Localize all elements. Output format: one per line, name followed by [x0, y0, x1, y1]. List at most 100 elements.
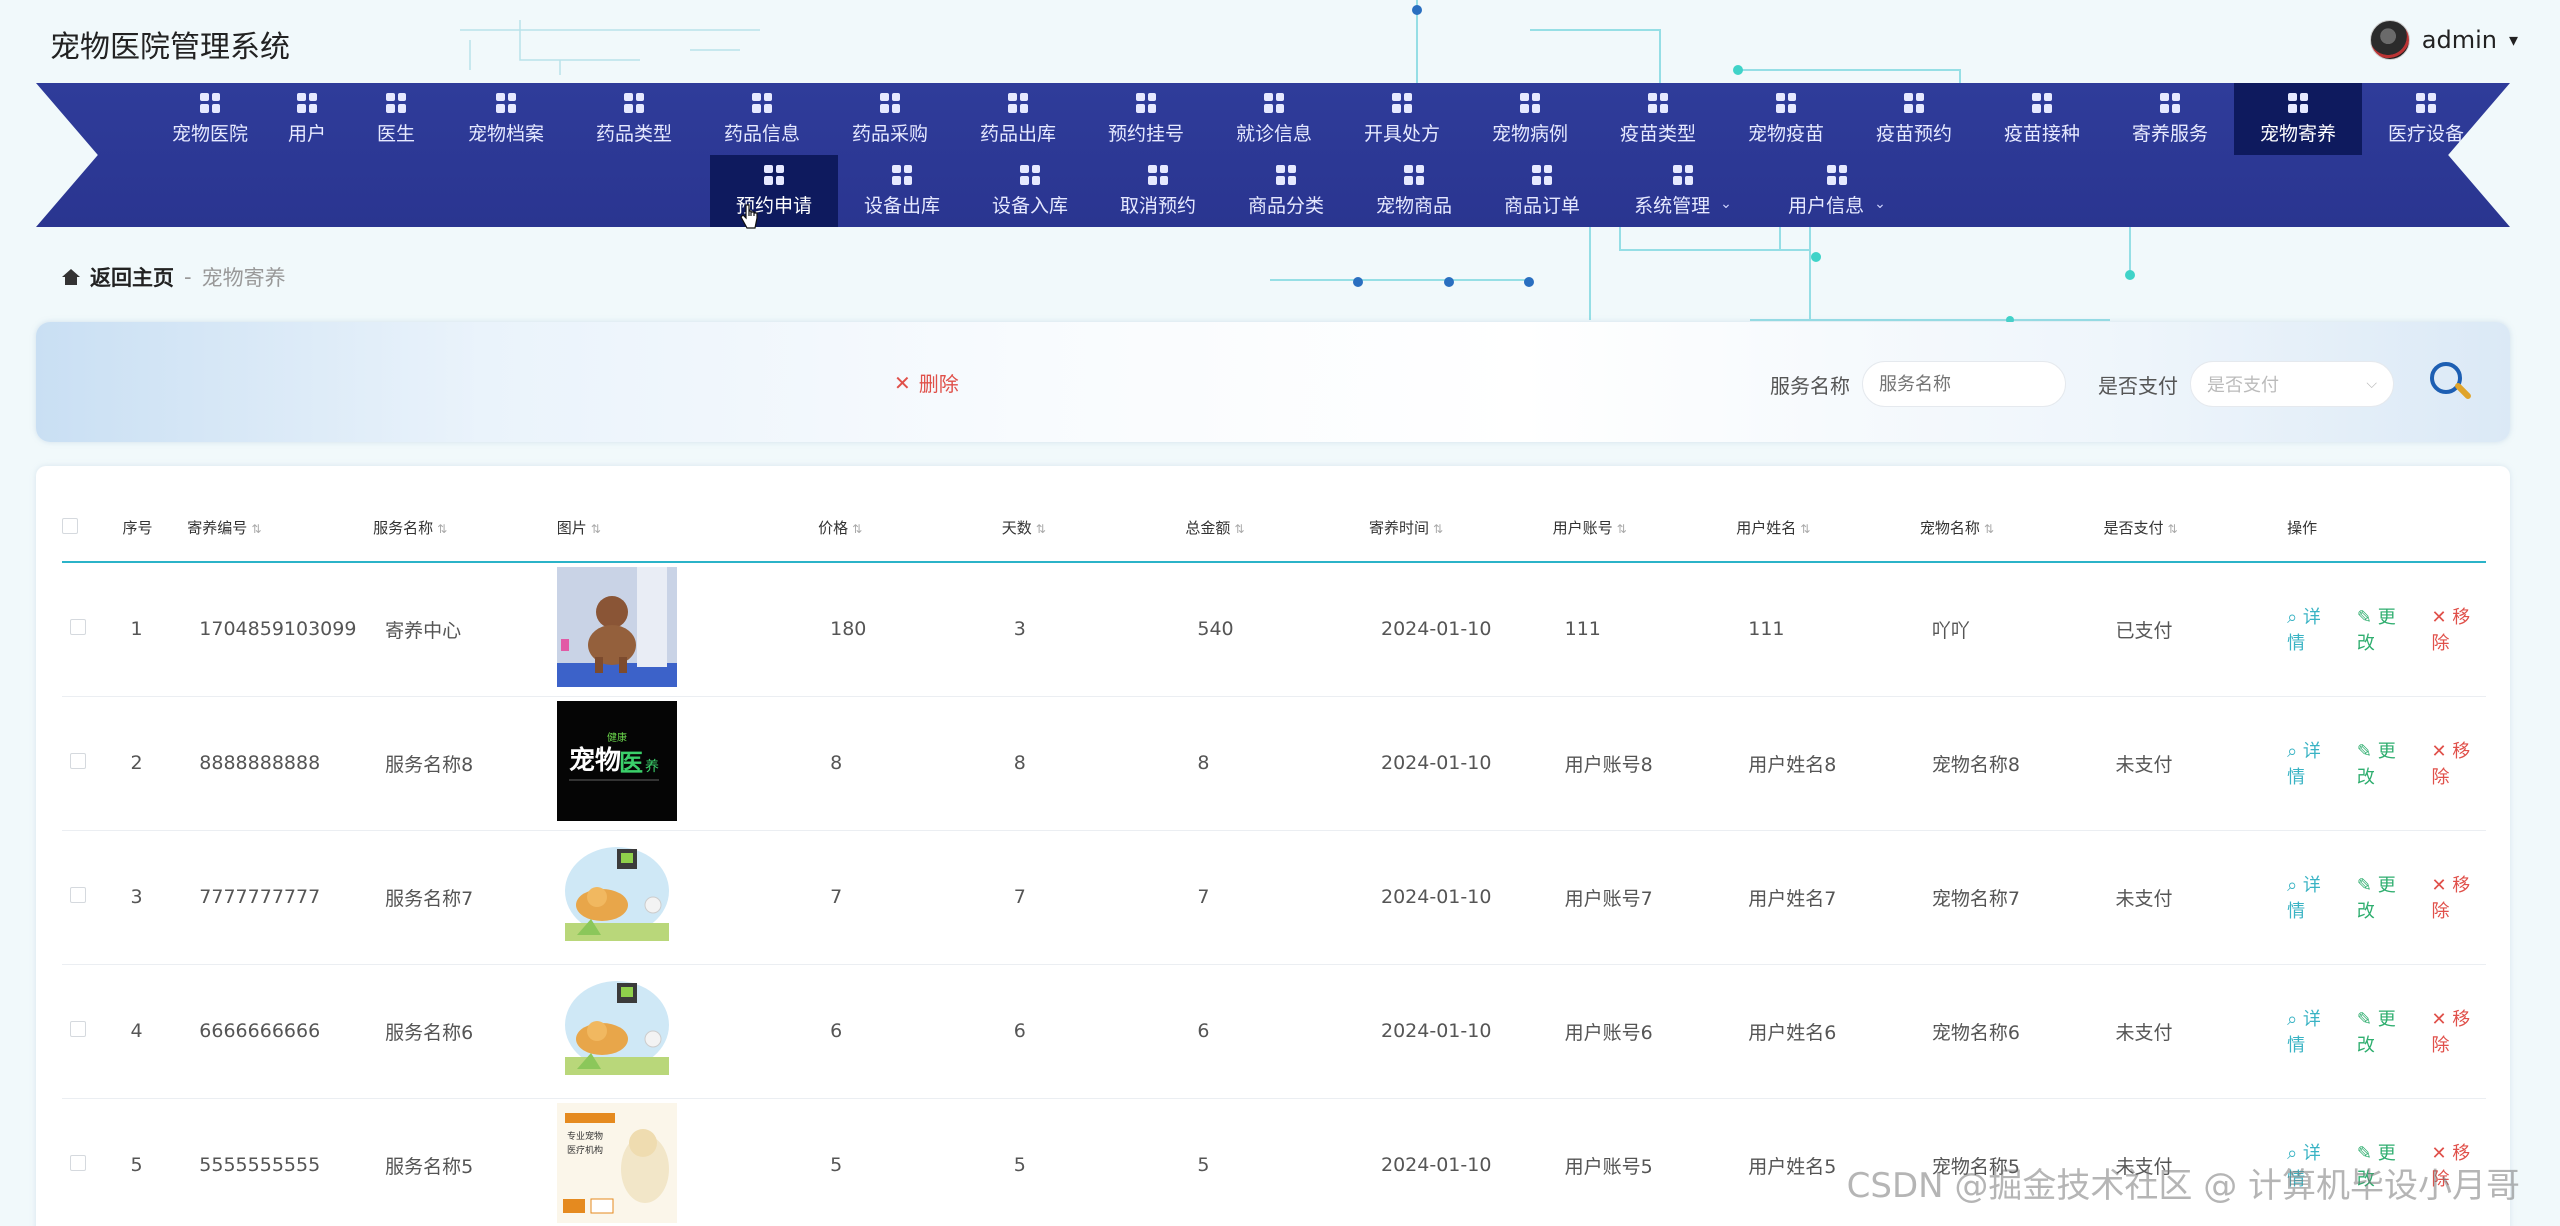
paid-status-select[interactable]: 是否支付 ⌵ — [2190, 361, 2394, 407]
nav-item-label: 宠物档案 — [467, 122, 544, 145]
sort-icon[interactable]: ⇅ — [1984, 522, 1994, 536]
nav-item[interactable]: 用户 — [264, 83, 350, 155]
column-header[interactable]: 服务名称 ⇅ — [373, 494, 557, 563]
nav-item[interactable]: 宠物档案 — [442, 83, 570, 155]
table-row: 1 1704859103099 寄养中心 180 3 540 2024-01-10 111 11… — [62, 562, 2486, 697]
column-header[interactable]: 寄养编号 ⇅ — [187, 494, 374, 563]
remove-button[interactable]: ✕ 移除 — [2431, 871, 2486, 923]
home-icon[interactable] — [62, 269, 80, 285]
nav-item[interactable]: 疫苗预约 — [1850, 83, 1978, 155]
nav-item[interactable]: 药品类型 — [570, 83, 698, 155]
select-all-checkbox[interactable] — [62, 517, 78, 534]
nav-item[interactable]: 设备入库 — [966, 155, 1094, 227]
column-header[interactable]: 图片 ⇅ — [556, 494, 819, 563]
detail-button[interactable]: ⌕ 详情 — [2287, 871, 2337, 923]
delete-button[interactable]: ✕ 删除 — [894, 368, 959, 397]
detail-button[interactable]: ⌕ 详情 — [2287, 603, 2337, 655]
sort-icon[interactable]: ⇅ — [437, 522, 447, 536]
sort-icon[interactable]: ⇅ — [852, 522, 862, 536]
nav-item[interactable]: 医生 — [350, 83, 442, 155]
nav-item[interactable]: 药品采购 — [826, 83, 954, 155]
row-actions-cell: ⌕ 详情 ✎ 更改 ✕ 移除 — [2287, 964, 2486, 1099]
column-header[interactable]: 用户姓名 ⇅ — [1736, 494, 1920, 563]
column-header[interactable]: 是否支付 ⇅ — [2103, 494, 2288, 563]
edit-button[interactable]: ✎ 更改 — [2357, 603, 2412, 655]
nav-item[interactable]: 药品出库 — [954, 83, 1082, 155]
sort-icon[interactable]: ⇅ — [1234, 522, 1244, 536]
sort-icon[interactable]: ⇅ — [1617, 522, 1627, 536]
nav-item[interactable]: 疫苗接种 — [1978, 83, 2106, 155]
nav-item[interactable]: 医疗设备 — [2362, 83, 2490, 155]
remove-button[interactable]: ✕ 移除 — [2431, 1005, 2486, 1057]
nav-item[interactable]: 宠物病例 — [1466, 83, 1594, 155]
detail-button[interactable]: ⌕ 详情 — [2287, 1005, 2337, 1057]
pet-photo[interactable] — [556, 834, 677, 955]
avatar[interactable] — [2369, 20, 2410, 60]
row-checkbox[interactable] — [70, 887, 86, 903]
caret-down-icon[interactable]: ▾ — [2509, 30, 2518, 51]
detail-button[interactable]: ⌕ 详情 — [2287, 737, 2337, 789]
breadcrumb-home-link[interactable]: 返回主页 — [90, 262, 174, 292]
sort-icon[interactable]: ⇅ — [591, 522, 601, 536]
column-header[interactable]: 用户账号 ⇅ — [1552, 494, 1737, 563]
nav-item[interactable]: 寄养服务 — [2106, 83, 2234, 155]
column-header[interactable]: 总金额 ⇅ — [1185, 494, 1369, 563]
service-name-input[interactable] — [1862, 361, 2066, 407]
edit-button[interactable]: ✎ 更改 — [2357, 1005, 2412, 1057]
nav-item[interactable]: 宠物商品 — [1350, 155, 1478, 227]
sort-icon[interactable]: ⇅ — [1800, 522, 1810, 536]
nav-item[interactable]: 预约挂号 — [1082, 83, 1210, 155]
search-button[interactable] — [2426, 358, 2478, 410]
column-header[interactable]: 天数 ⇅ — [1001, 494, 1186, 563]
nav-item[interactable]: 宠物寄养 — [2234, 83, 2362, 155]
pet-photo[interactable] — [556, 566, 677, 687]
pet-photo[interactable] — [556, 968, 677, 1089]
nav-item-label: 系统管理 — [1634, 194, 1711, 217]
nav-item[interactable]: 商品分类 — [1222, 155, 1350, 227]
nav-item[interactable]: 宠物医院 — [156, 83, 264, 155]
menu-grid-icon — [1392, 92, 1412, 113]
menu-grid-icon — [2032, 92, 2052, 113]
cell-account: 用户账号8 — [1552, 696, 1737, 831]
remove-button[interactable]: ✕ 移除 — [2431, 603, 2486, 655]
column-header: 序号 — [122, 494, 188, 563]
delete-button-label: 删除 — [918, 372, 959, 396]
remove-button[interactable]: ✕ 移除 — [2431, 737, 2486, 789]
column-header[interactable]: 宠物名称 ⇅ — [1919, 494, 2104, 563]
sort-icon[interactable]: ⇅ — [2168, 522, 2178, 536]
nav-item[interactable]: 宠物疫苗 — [1722, 83, 1850, 155]
column-header[interactable]: 价格 ⇅ — [818, 494, 1002, 563]
menu-grid-icon — [386, 92, 406, 113]
sort-icon[interactable]: ⇅ — [1036, 522, 1046, 536]
sort-icon[interactable]: ⇅ — [1433, 522, 1443, 536]
nav-item[interactable]: 用户信息 ⌄ — [1760, 155, 1914, 227]
nav-item[interactable]: 开具处方 — [1338, 83, 1466, 155]
nav-item[interactable]: 疫苗类型 — [1594, 83, 1722, 155]
row-checkbox[interactable] — [70, 1021, 86, 1037]
pet-photo-cell — [556, 562, 819, 697]
nav-item[interactable]: 取消预约 — [1094, 155, 1222, 227]
pet-photo[interactable]: 健康 宠物医养 — [556, 700, 677, 821]
edit-button[interactable]: ✎ 更改 — [2357, 871, 2412, 923]
row-checkbox[interactable] — [70, 619, 86, 636]
nav-item[interactable]: 商品订单 — [1478, 155, 1606, 227]
pet-photo[interactable]: 专业宠物 医疗机构 — [556, 1102, 677, 1223]
nav-item[interactable]: 药品信息 — [698, 83, 826, 155]
nav-item[interactable]: 系统管理 ⌄ — [1606, 155, 1760, 227]
row-checkbox[interactable] — [70, 1155, 86, 1171]
nav-item[interactable]: 预约申请 — [710, 155, 838, 227]
nav-row-secondary: 预约申请 设备出库 设备入库 取消预约 商品分类 宠物商品 商品订单 系统管理 ⌄ 用户信息 ⌄ — [710, 155, 1914, 227]
edit-button[interactable]: ✎ 更改 — [2357, 737, 2412, 789]
menu-grid-icon — [2288, 92, 2308, 113]
column-header[interactable]: 寄养时间 ⇅ — [1368, 494, 1553, 563]
row-checkbox[interactable] — [70, 753, 86, 769]
nav-item[interactable]: 设备出库 — [838, 155, 966, 227]
cell-days: 7 — [1001, 830, 1186, 965]
cell-service: 寄养中心 — [373, 562, 557, 697]
cell-price: 8 — [818, 696, 1002, 831]
nav-item[interactable]: 就诊信息 — [1210, 83, 1338, 155]
main-nav: 宠物医院 用户 医生 宠物档案 药品类型 药品信息 药品采购 药品出库 预约挂号 就诊信息 开具处方… — [36, 83, 2510, 227]
sort-icon[interactable]: ⇅ — [251, 522, 261, 536]
user-menu[interactable]: admin ▾ — [2369, 20, 2518, 60]
user-name[interactable]: admin — [2422, 26, 2497, 54]
